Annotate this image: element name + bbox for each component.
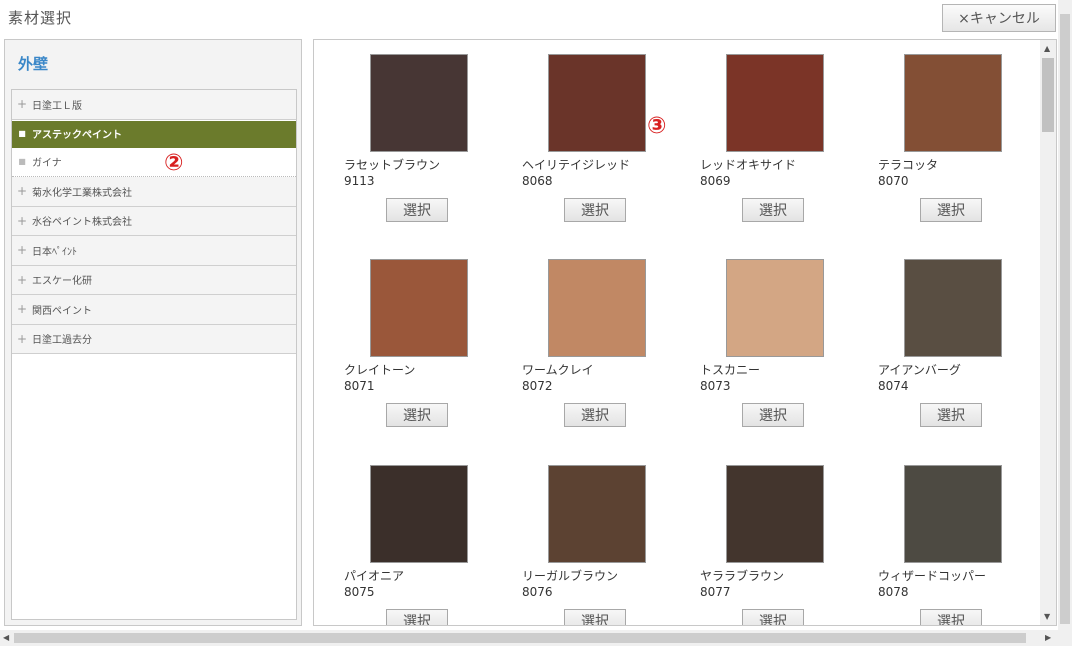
select-button[interactable]: 選択: [386, 609, 448, 625]
sidebar-item-label: エスケー化研: [32, 276, 92, 288]
bullet-icon: ■: [18, 157, 26, 167]
material-code: 8075: [344, 585, 375, 599]
annotation-marker-3: ③: [647, 113, 667, 139]
color-swatch[interactable]: [548, 259, 646, 357]
bullet-icon: ■: [18, 129, 26, 138]
sidebar-item[interactable]: + 日塗工Ｌ版: [12, 90, 296, 120]
category-list: + 日塗工Ｌ版 ■ アステックペイント ■ ガイナ + 菊水化学工業株式会社 + 水谷ペイント株式…: [11, 89, 297, 620]
select-button[interactable]: 選択: [742, 198, 804, 222]
material-code: 9113: [344, 174, 375, 188]
select-button[interactable]: 選択: [564, 609, 626, 625]
material-name: テラコッタ: [878, 158, 939, 172]
sidebar-heading: 外壁: [18, 55, 49, 73]
scroll-left-arrow-icon[interactable]: ◀: [3, 633, 9, 642]
color-swatch[interactable]: [726, 259, 824, 357]
sidebar-item-label: 関西ペイント: [32, 305, 92, 317]
sidebar-item-label: 菊水化学工業株式会社: [32, 187, 132, 199]
material-grid: ラセットブラウン 9113 選択 ヘイリテイジレッド 8068 選択 レッドオキサイド 806…: [314, 40, 1040, 625]
sidebar-item-label: 日塗工過去分: [32, 335, 92, 347]
sidebar-item-label: アステックペイント: [32, 130, 122, 141]
color-swatch[interactable]: [904, 259, 1002, 357]
material-name: アイアンバーグ: [878, 363, 961, 377]
color-swatch[interactable]: [726, 465, 824, 563]
color-swatch[interactable]: [370, 465, 468, 563]
select-button[interactable]: 選択: [386, 198, 448, 222]
scroll-up-arrow-icon[interactable]: ▲: [1044, 44, 1050, 53]
annotation-marker-2: ②: [164, 150, 184, 176]
sidebar-item[interactable]: + 菊水化学工業株式会社: [12, 177, 296, 207]
window-vertical-scrollbar[interactable]: [1058, 0, 1072, 646]
sidebar-item[interactable]: + 日塗工過去分: [12, 324, 296, 354]
material-code: 8072: [522, 379, 553, 393]
panel-vertical-scrollbar[interactable]: ▲ ▼: [1040, 40, 1056, 625]
expand-plus-icon: +: [16, 302, 28, 317]
expand-plus-icon: +: [16, 243, 28, 258]
sidebar-item-label: 日本ﾍﾟｲﾝﾄ: [32, 246, 77, 258]
select-button[interactable]: 選択: [564, 198, 626, 222]
material-code: 8077: [700, 585, 731, 599]
sidebar-item-label: 水谷ペイント株式会社: [32, 217, 132, 229]
material-name: レッドオキサイド: [700, 158, 797, 172]
expand-plus-icon: +: [16, 331, 28, 346]
material-code: 8068: [522, 174, 553, 188]
material-name: パイオニア: [344, 569, 405, 583]
material-name: ヤララブラウン: [700, 569, 785, 583]
sidebar-item[interactable]: + 日本ﾍﾟｲﾝﾄ: [12, 236, 296, 266]
color-swatch[interactable]: [548, 465, 646, 563]
color-swatch[interactable]: [904, 465, 1002, 563]
category-sidebar: 外壁 + 日塗工Ｌ版 ■ アステックペイント ■ ガイナ + 菊水化学工業株式会社 + 水谷ペイン…: [4, 39, 302, 626]
dialog-title: 素材選択: [8, 9, 73, 27]
sidebar-item[interactable]: ■ アステックペイント: [12, 120, 296, 148]
material-panel: ラセットブラウン 9113 選択 ヘイリテイジレッド 8068 選択 レッドオキサイド 806…: [313, 39, 1057, 626]
material-name: ラセットブラウン: [344, 158, 441, 172]
material-code: 8078: [878, 585, 909, 599]
sidebar-item[interactable]: + 水谷ペイント株式会社: [12, 206, 296, 236]
select-button[interactable]: 選択: [920, 609, 982, 625]
sidebar-item[interactable]: + 関西ペイント: [12, 295, 296, 325]
color-swatch[interactable]: [548, 54, 646, 152]
color-swatch[interactable]: [904, 54, 1002, 152]
select-button[interactable]: 選択: [920, 403, 982, 427]
material-code: 8074: [878, 379, 909, 393]
material-name: トスカニー: [700, 363, 761, 377]
window-scroll-thumb[interactable]: [1060, 14, 1070, 624]
scroll-right-arrow-icon[interactable]: ▶: [1045, 633, 1051, 642]
select-button[interactable]: 選択: [742, 403, 804, 427]
select-button[interactable]: 選択: [386, 403, 448, 427]
sidebar-item-label: ガイナ: [32, 158, 62, 170]
expand-plus-icon: +: [16, 184, 28, 199]
material-code: 8069: [700, 174, 731, 188]
material-name: クレイトーン: [344, 363, 416, 377]
scroll-thumb[interactable]: [1042, 58, 1054, 132]
sidebar-item-label: 日塗工Ｌ版: [32, 100, 82, 112]
material-code: 8073: [700, 379, 731, 393]
sidebar-item[interactable]: + エスケー化研: [12, 265, 296, 295]
expand-plus-icon: +: [16, 272, 28, 287]
material-name: ウィザードコッパー: [878, 569, 987, 583]
color-swatch[interactable]: [370, 259, 468, 357]
expand-plus-icon: +: [16, 213, 28, 228]
select-button[interactable]: 選択: [742, 609, 804, 625]
material-code: 8076: [522, 585, 553, 599]
select-button[interactable]: 選択: [920, 198, 982, 222]
cancel-button[interactable]: ×キャンセル: [942, 4, 1056, 32]
material-select-dialog: 素材選択 ×キャンセル 外壁 + 日塗工Ｌ版 ■ アステックペイント ■ ガイナ + 菊水化学…: [0, 0, 1072, 646]
color-swatch[interactable]: [370, 54, 468, 152]
material-code: 8070: [878, 174, 909, 188]
color-swatch[interactable]: [726, 54, 824, 152]
material-name: ワームクレイ: [522, 363, 594, 377]
material-name: リーガルブラウン: [522, 569, 619, 583]
sidebar-item[interactable]: ■ ガイナ: [12, 147, 296, 177]
material-code: 8071: [344, 379, 375, 393]
expand-plus-icon: +: [16, 97, 28, 112]
scroll-down-arrow-icon[interactable]: ▼: [1044, 612, 1050, 621]
window-horizontal-scrollbar[interactable]: ◀ ▶: [0, 630, 1058, 646]
material-name: ヘイリテイジレッド: [522, 158, 631, 172]
select-button[interactable]: 選択: [564, 403, 626, 427]
horizontal-scroll-thumb[interactable]: [14, 633, 1026, 643]
